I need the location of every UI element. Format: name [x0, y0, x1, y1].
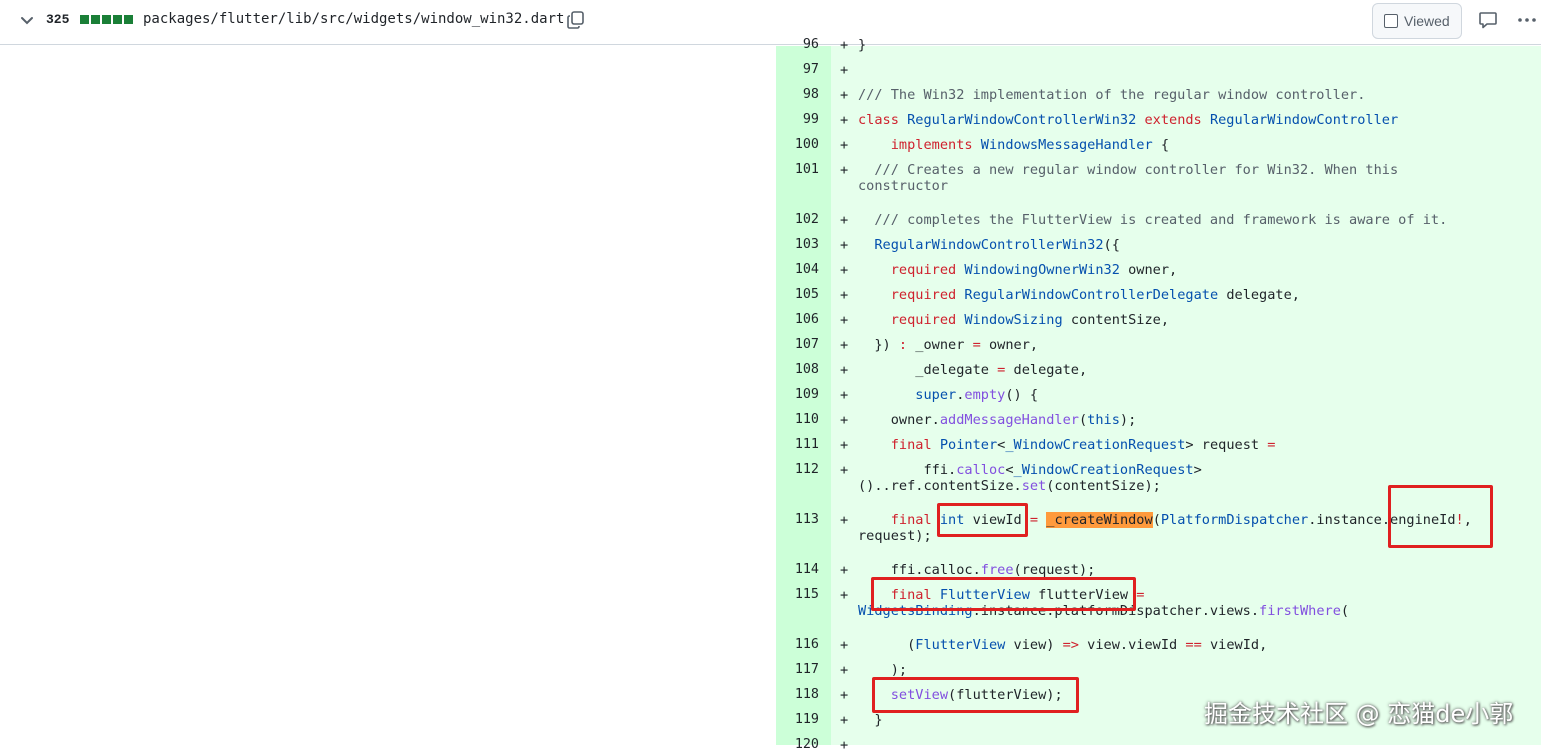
diff-marker: +	[840, 662, 849, 678]
line-number[interactable]: 103	[776, 237, 819, 252]
highlighted-token: _createWindow	[1046, 512, 1153, 528]
line-number[interactable]: 117	[776, 662, 819, 677]
annotation-box-setview	[872, 677, 1079, 713]
line-number[interactable]: 100	[776, 137, 819, 152]
code-line: class RegularWindowControllerWin32 exten…	[858, 112, 1399, 128]
diff-marker: +	[840, 562, 849, 578]
code-line: RegularWindowControllerWin32({	[874, 237, 1120, 253]
diff-marker: +	[840, 62, 849, 78]
chevron-down-icon[interactable]	[20, 14, 34, 28]
diffstat-block	[91, 15, 100, 24]
line-number[interactable]: 109	[776, 387, 819, 402]
copy-icon[interactable]	[566, 10, 586, 30]
change-count: 325	[46, 12, 70, 27]
code-line: _delegate = delegate,	[858, 362, 1088, 378]
diff-marker: +	[840, 162, 849, 178]
line-number[interactable]: 115	[776, 587, 819, 602]
code-line: final Pointer<_WindowCreationRequest> re…	[890, 437, 1276, 453]
annotation-box-flutterview	[871, 577, 1136, 611]
diff-marker: +	[840, 112, 849, 128]
diffstat-blocks	[80, 15, 133, 24]
watermark: 掘金技术社区 @ 恋猫de小郭	[1204, 700, 1514, 728]
diff-marker: +	[840, 512, 849, 528]
diff-marker: +	[840, 87, 849, 103]
diff-marker: +	[840, 437, 849, 453]
line-number[interactable]: 96	[776, 37, 819, 52]
diff-marker: +	[840, 212, 849, 228]
diff-marker: +	[840, 362, 849, 378]
line-number[interactable]: 106	[776, 312, 819, 327]
diff-marker: +	[840, 462, 849, 478]
code-line: required RegularWindowControllerDelegate…	[890, 287, 1300, 303]
code-line: ffi.calloc<_WindowCreationRequest> ()..r…	[858, 462, 1202, 494]
diff-marker: +	[840, 237, 849, 253]
code-line: owner.addMessageHandler(this);	[858, 412, 1137, 428]
line-number[interactable]: 108	[776, 362, 819, 377]
code-line: /// completes the FlutterView is created…	[858, 212, 1448, 228]
line-number[interactable]: 102	[776, 212, 819, 227]
diff-marker: +	[840, 412, 849, 428]
code-line: );	[858, 662, 908, 678]
code-line: super.empty() {	[915, 387, 1039, 403]
line-number[interactable]: 101	[776, 162, 819, 177]
code-line: }) : _owner = owner,	[858, 337, 1039, 353]
file-path-link[interactable]: packages/flutter/lib/src/widgets/window_…	[143, 11, 564, 27]
diffstat-block	[113, 15, 122, 24]
line-number[interactable]: 104	[776, 262, 819, 277]
code-line: }	[858, 37, 867, 53]
diff-marker: +	[840, 312, 849, 328]
code-line: /// Creates a new regular window control…	[858, 162, 1399, 194]
line-number[interactable]: 114	[776, 562, 819, 577]
annotation-box-engineid	[1388, 485, 1493, 548]
diff-marker: +	[840, 387, 849, 403]
diff-marker: +	[840, 587, 849, 603]
line-number[interactable]: 111	[776, 437, 819, 452]
diff-marker: +	[840, 687, 849, 703]
diffstat-block	[124, 15, 133, 24]
line-number[interactable]: 107	[776, 337, 819, 352]
diff-marker: +	[840, 137, 849, 153]
diff-marker: +	[840, 287, 849, 303]
diff-marker: +	[840, 737, 849, 753]
diffstat-block	[102, 15, 111, 24]
line-number[interactable]: 119	[776, 712, 819, 727]
line-number[interactable]: 110	[776, 412, 819, 427]
diff-marker: +	[840, 712, 849, 728]
code-line: (FlutterView view) => view.viewId == vie…	[858, 637, 1268, 653]
diff-marker: +	[840, 262, 849, 278]
diff-marker: +	[840, 37, 849, 53]
diff-marker: +	[840, 637, 849, 653]
diff-marker: +	[840, 337, 849, 353]
line-number[interactable]: 105	[776, 287, 819, 302]
code-line: /// The Win32 implementation of the regu…	[858, 87, 1366, 103]
line-number[interactable]: 113	[776, 512, 819, 527]
code-line: required WindowingOwnerWin32 owner,	[890, 262, 1178, 278]
diff-left-pane	[0, 46, 776, 745]
line-number[interactable]: 99	[776, 112, 819, 127]
code-line: ffi.calloc.free(request);	[858, 562, 1096, 578]
line-number[interactable]: 98	[776, 87, 819, 102]
code-line: }	[858, 712, 883, 728]
line-number[interactable]: 112	[776, 462, 819, 477]
code-line: required WindowSizing contentSize,	[890, 312, 1170, 328]
code-line: implements WindowsMessageHandler {	[890, 137, 1170, 153]
diffstat-block	[80, 15, 89, 24]
line-number[interactable]: 97	[776, 62, 819, 77]
line-number[interactable]: 116	[776, 637, 819, 652]
line-number[interactable]: 118	[776, 687, 819, 702]
diff-code: 96 + } 97 + 98 + /// The Win32 implement…	[776, 0, 1541, 753]
annotation-box-int-viewid	[937, 503, 1028, 537]
